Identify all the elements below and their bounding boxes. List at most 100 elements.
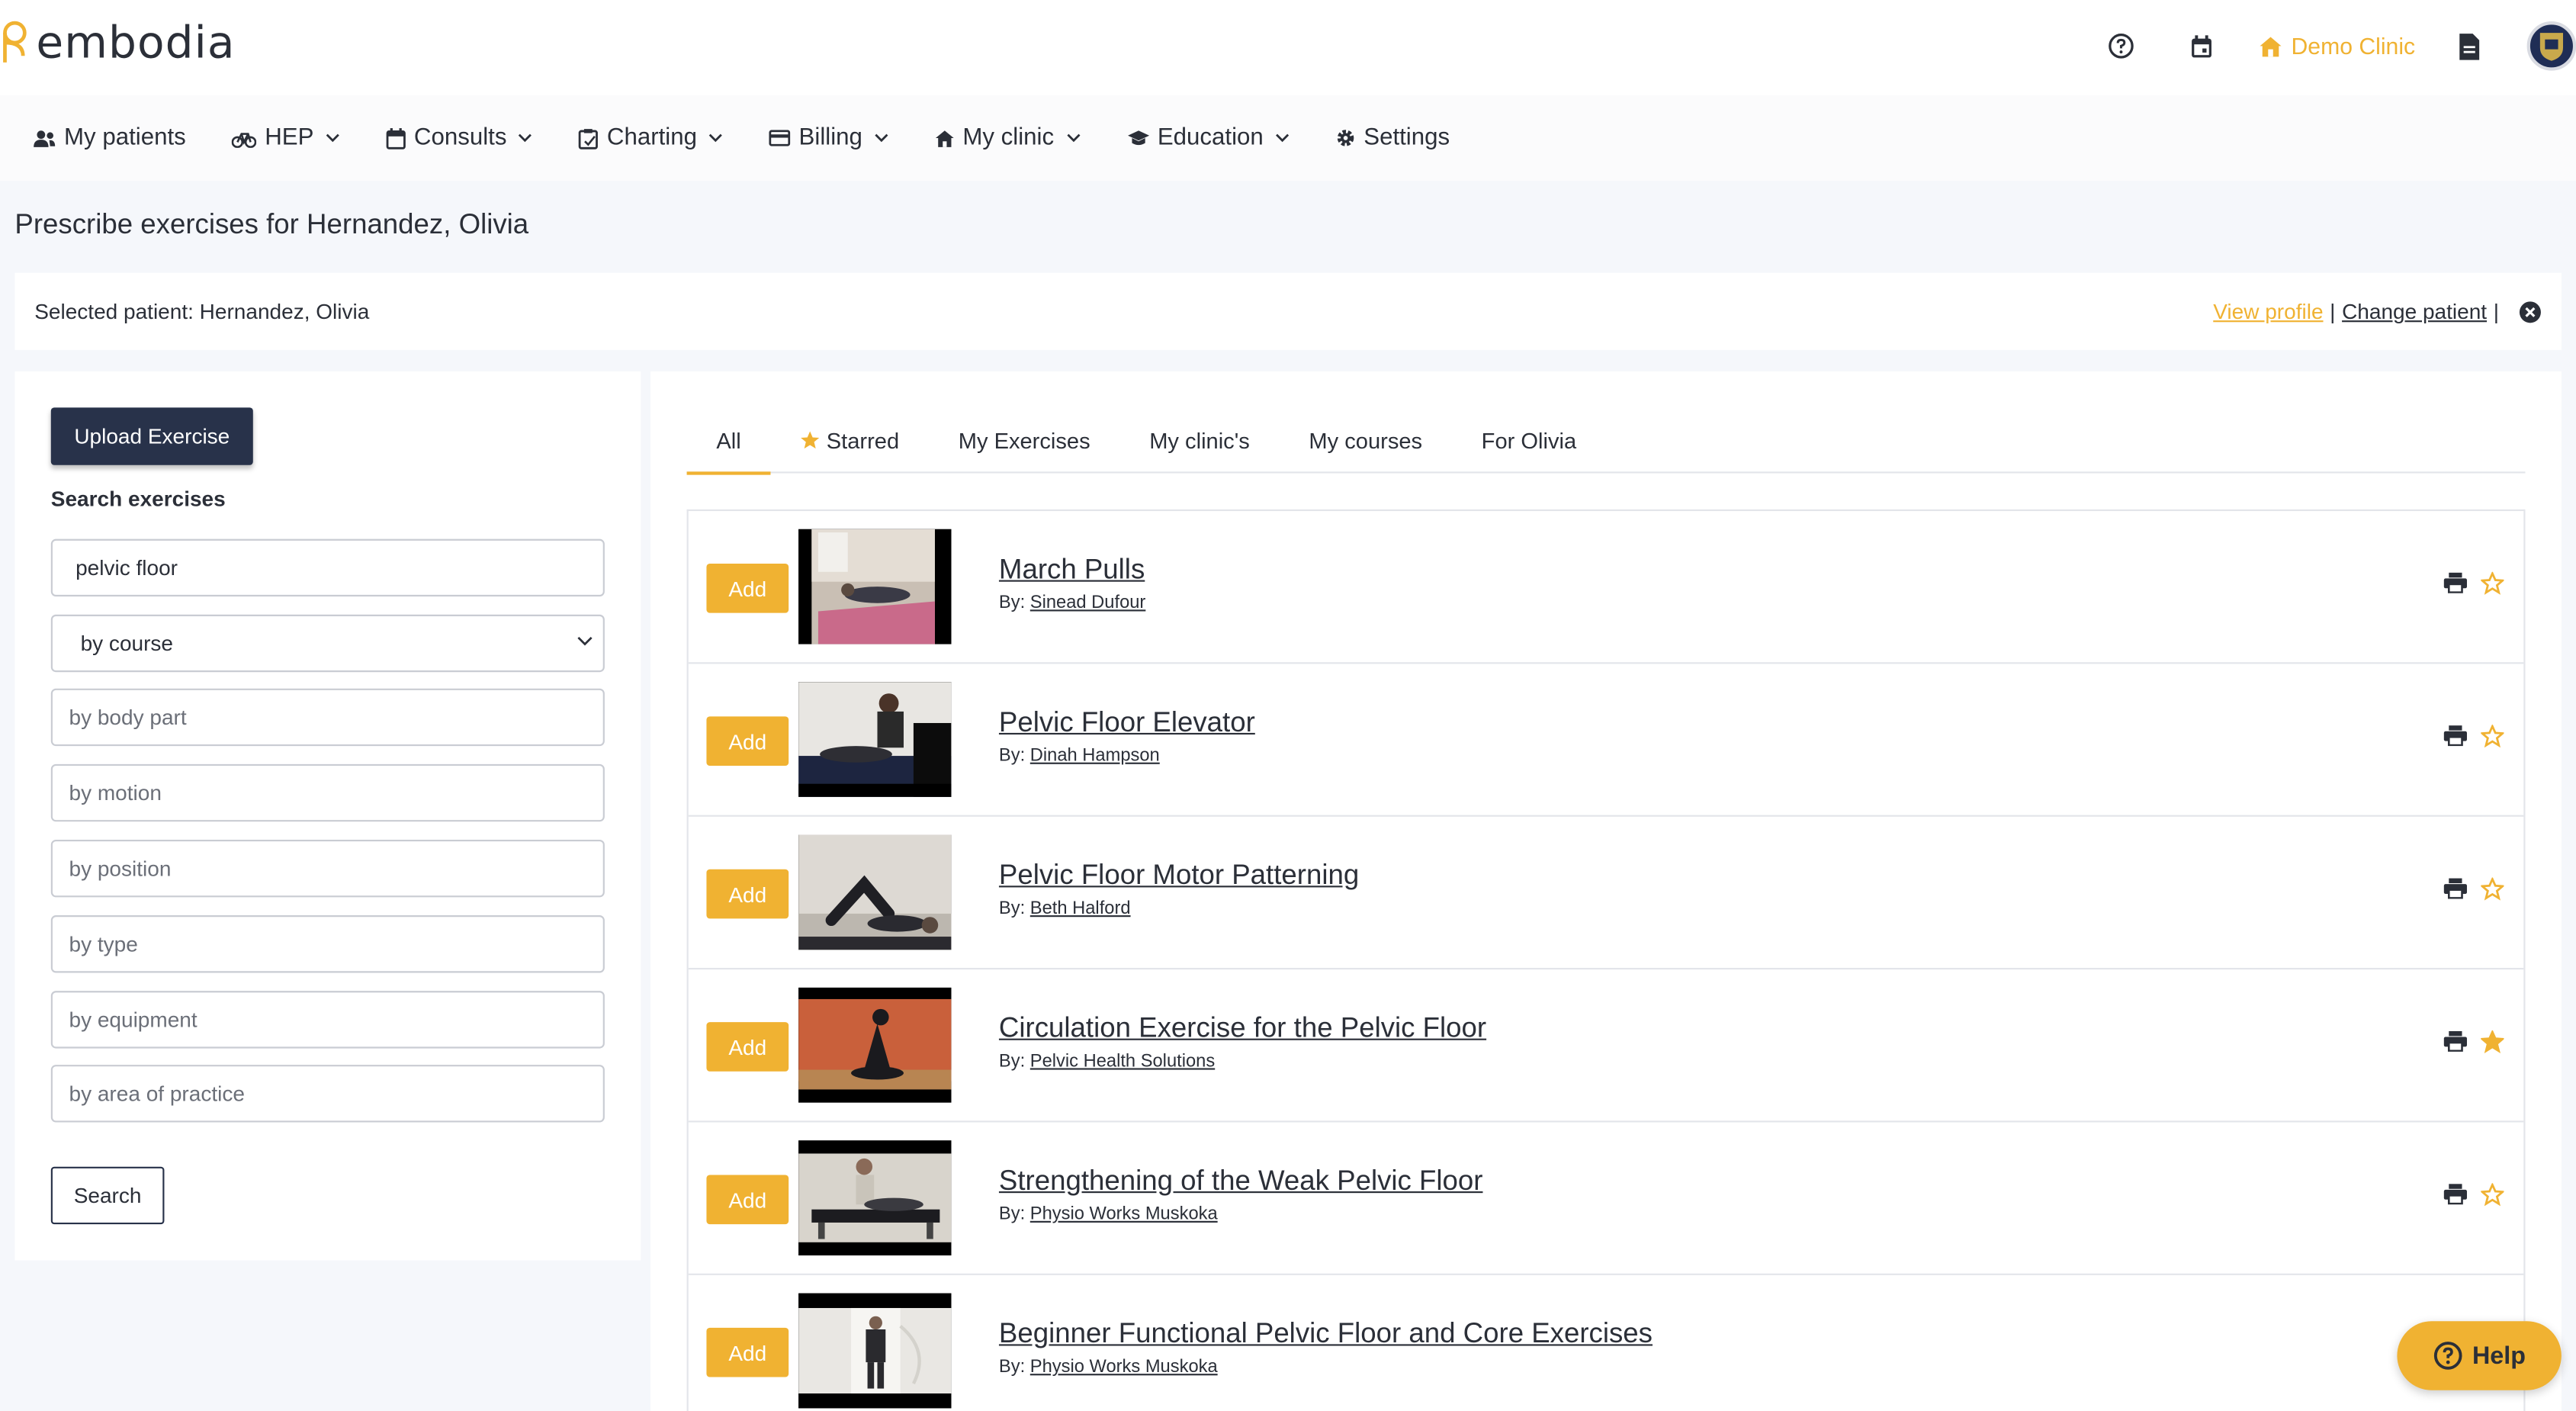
nav-label: Consults: [413, 124, 507, 152]
search-input[interactable]: [50, 538, 605, 597]
help-circle-icon: [2433, 1342, 2462, 1370]
change-patient-link[interactable]: Change patient: [2342, 299, 2487, 323]
main-nav: My patients HEP Consults Charting Billin…: [0, 95, 2576, 181]
tab-my-clinics[interactable]: My clinic's: [1119, 407, 1279, 473]
nav-consults[interactable]: Consults: [386, 125, 533, 151]
calendar-icon[interactable]: [2186, 31, 2216, 61]
avatar[interactable]: [2526, 21, 2576, 71]
exercise-title[interactable]: Pelvic Floor Motor Patterning: [999, 860, 1359, 892]
placeholder-text: by type: [69, 931, 138, 956]
author-link[interactable]: Pelvic Health Solutions: [1030, 1052, 1215, 1072]
exercise-list: Add March Pulls By: Sinead Dufour Add Pe…: [686, 509, 2526, 1411]
patients-icon: [34, 130, 56, 146]
author-link[interactable]: Physio Works Muskoka: [1030, 1358, 1218, 1377]
exercise-title[interactable]: Pelvic Floor Elevator: [999, 706, 1255, 739]
results-panel: All Starred My Exercises My clinic's My …: [650, 371, 2562, 1411]
author-link[interactable]: Dinah Hampson: [1030, 746, 1160, 766]
clinic-icon: [2259, 36, 2281, 56]
tab-label: My clinic's: [1149, 428, 1250, 453]
chevron-down-icon: [709, 133, 723, 143]
card-icon: [769, 130, 791, 146]
add-button[interactable]: Add: [706, 716, 789, 766]
nav-label: Billing: [798, 124, 862, 152]
tab-label: Starred: [826, 428, 900, 453]
motion-field[interactable]: by motion: [50, 763, 605, 822]
document-icon[interactable]: [2455, 31, 2484, 61]
exercise-thumbnail[interactable]: [798, 682, 952, 797]
close-icon[interactable]: [2519, 300, 2542, 323]
print-icon[interactable]: [2443, 725, 2468, 754]
add-button[interactable]: Add: [706, 563, 789, 613]
tab-label: For Olivia: [1481, 428, 1577, 453]
view-profile-link[interactable]: View profile: [2213, 299, 2323, 323]
exercise-title[interactable]: March Pulls: [999, 554, 1145, 587]
star-icon: [801, 431, 820, 449]
position-field[interactable]: by position: [50, 839, 605, 898]
search-query-input[interactable]: [69, 555, 603, 580]
search-panel: Upload Exercise Search exercises by cour…: [14, 371, 641, 1261]
author-link[interactable]: Sinead Dufour: [1030, 593, 1146, 613]
add-button[interactable]: Add: [706, 1175, 789, 1225]
star-outline-icon[interactable]: [2479, 876, 2506, 909]
chevron-down-icon: [577, 636, 593, 646]
gear-icon: [1337, 130, 1354, 146]
by-label: By:: [998, 746, 1026, 766]
star-outline-icon[interactable]: [2479, 1181, 2506, 1214]
exercise-thumbnail[interactable]: [798, 834, 952, 950]
help-circle-icon[interactable]: [2105, 31, 2135, 61]
list-item: Add Beginner Functional Pelvic Floor and…: [689, 1275, 2524, 1411]
body-part-field[interactable]: by body part: [50, 688, 605, 747]
add-button[interactable]: Add: [706, 869, 789, 919]
print-icon[interactable]: [2443, 572, 2468, 602]
star-filled-icon[interactable]: [2479, 1029, 2506, 1062]
star-outline-icon[interactable]: [2479, 723, 2506, 756]
nav-education[interactable]: Education: [1126, 125, 1290, 151]
chevron-down-icon: [519, 133, 532, 143]
logo-text: embodia: [36, 17, 236, 69]
nav-my-clinic[interactable]: My clinic: [935, 125, 1081, 151]
equipment-field[interactable]: by equipment: [50, 991, 605, 1049]
filter-tabs: All Starred My Exercises My clinic's My …: [686, 407, 2526, 475]
tab-all[interactable]: All: [686, 407, 771, 475]
embodia-logo[interactable]: embodia: [0, 17, 236, 69]
print-icon[interactable]: [2443, 1183, 2468, 1213]
author-link[interactable]: Physio Works Muskoka: [1030, 1204, 1218, 1224]
exercise-thumbnail[interactable]: [798, 987, 952, 1103]
add-button[interactable]: Add: [706, 1327, 789, 1377]
nav-billing[interactable]: Billing: [769, 125, 889, 151]
nav-my-patients[interactable]: My patients: [33, 125, 186, 151]
placeholder-text: by body part: [69, 705, 187, 730]
course-select[interactable]: by course: [50, 614, 605, 673]
exercise-thumbnail[interactable]: [798, 529, 952, 644]
exercise-title[interactable]: Beginner Functional Pelvic Floor and Cor…: [999, 1318, 1653, 1351]
tab-starred[interactable]: Starred: [770, 407, 928, 473]
exercise-thumbnail[interactable]: [798, 1140, 952, 1256]
by-label: By:: [998, 1051, 1026, 1072]
nav-hep[interactable]: HEP: [232, 125, 340, 151]
type-field[interactable]: by type: [50, 915, 605, 973]
exercise-author-line: By: Dinah Hampson: [999, 746, 1160, 766]
area-of-practice-field[interactable]: by area of practice: [50, 1065, 605, 1123]
nav-settings[interactable]: Settings: [1336, 125, 1450, 151]
author-link[interactable]: Beth Halford: [1030, 899, 1131, 919]
print-icon[interactable]: [2443, 1030, 2468, 1060]
exercise-thumbnail[interactable]: [798, 1293, 952, 1409]
exercise-author-line: By: Physio Works Muskoka: [999, 1358, 1218, 1377]
clinic-switcher[interactable]: Demo Clinic: [2258, 33, 2415, 59]
star-outline-icon[interactable]: [2479, 571, 2506, 603]
search-button[interactable]: Search: [50, 1166, 165, 1225]
exercise-title[interactable]: Strengthening of the Weak Pelvic Floor: [999, 1165, 1483, 1198]
by-label: By:: [998, 1357, 1026, 1377]
help-button[interactable]: Help: [2397, 1321, 2562, 1390]
course-select-value: by course: [80, 631, 174, 656]
placeholder-text: by motion: [69, 780, 162, 805]
print-icon[interactable]: [2443, 878, 2468, 908]
tab-my-exercises[interactable]: My Exercises: [929, 407, 1119, 473]
upload-exercise-button[interactable]: Upload Exercise: [50, 407, 253, 465]
crest-icon: [2539, 33, 2564, 61]
tab-my-courses[interactable]: My courses: [1280, 407, 1452, 473]
add-button[interactable]: Add: [706, 1022, 789, 1072]
tab-for-patient[interactable]: For Olivia: [1452, 407, 1606, 473]
exercise-title[interactable]: Circulation Exercise for the Pelvic Floo…: [999, 1012, 1486, 1045]
nav-charting[interactable]: Charting: [579, 125, 723, 151]
